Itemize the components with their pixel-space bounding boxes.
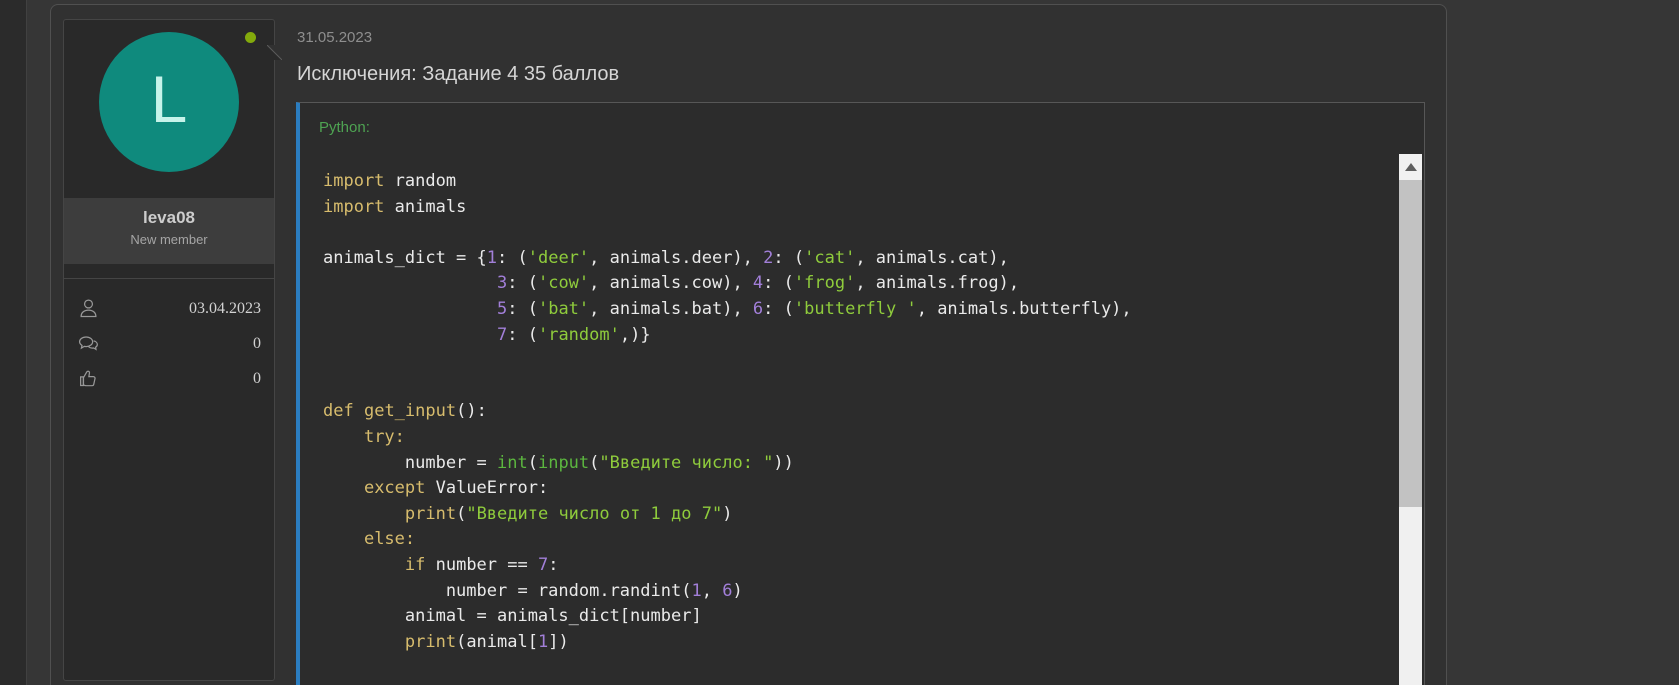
code-scroll-area[interactable]: import random import animals animals_dic… [300,154,1424,685]
user-cell: L leva08 New member 03.04.2023 [63,19,275,681]
scrollbar-thumb[interactable] [1399,180,1422,507]
username-link[interactable]: leva08 [64,208,274,228]
scrollbar-track[interactable] [1399,154,1422,685]
likes-count: 0 [253,370,261,388]
avatar[interactable]: L [99,32,239,172]
stat-row-joined: 03.04.2023 [77,291,261,326]
stat-row-likes: 0 [77,361,261,396]
code-block: Python: import random import animals ani… [296,102,1425,685]
forum-post: L leva08 New member 03.04.2023 [50,4,1447,685]
likes-icon [77,367,100,390]
post-title: Исключения: Задание 4 35 баллов [297,63,619,86]
online-status-dot [245,32,256,43]
stat-row-messages: 0 [77,326,261,361]
post-date-link[interactable]: 31.05.2023 [297,29,372,46]
forum-page: L leva08 New member 03.04.2023 [0,0,1679,685]
code-lines: import random import animals animals_dic… [300,154,1424,655]
scrollbar-up-button[interactable] [1399,154,1422,180]
member-stats: 03.04.2023 0 0 [64,278,274,680]
avatar-letter: L [151,66,188,132]
user-role: New member [64,232,274,247]
code-language-label: Python: [300,103,1424,136]
user-name-band: leva08 New member [64,198,274,264]
avatar-section: L [64,20,274,198]
scroll-up-arrow-icon [1405,163,1417,171]
speech-bubble-notch [267,45,282,60]
messages-count: 0 [253,335,261,353]
page-left-edge [0,0,27,685]
messages-icon [77,332,100,355]
member-since-icon [77,297,100,320]
joined-date: 03.04.2023 [189,300,261,318]
